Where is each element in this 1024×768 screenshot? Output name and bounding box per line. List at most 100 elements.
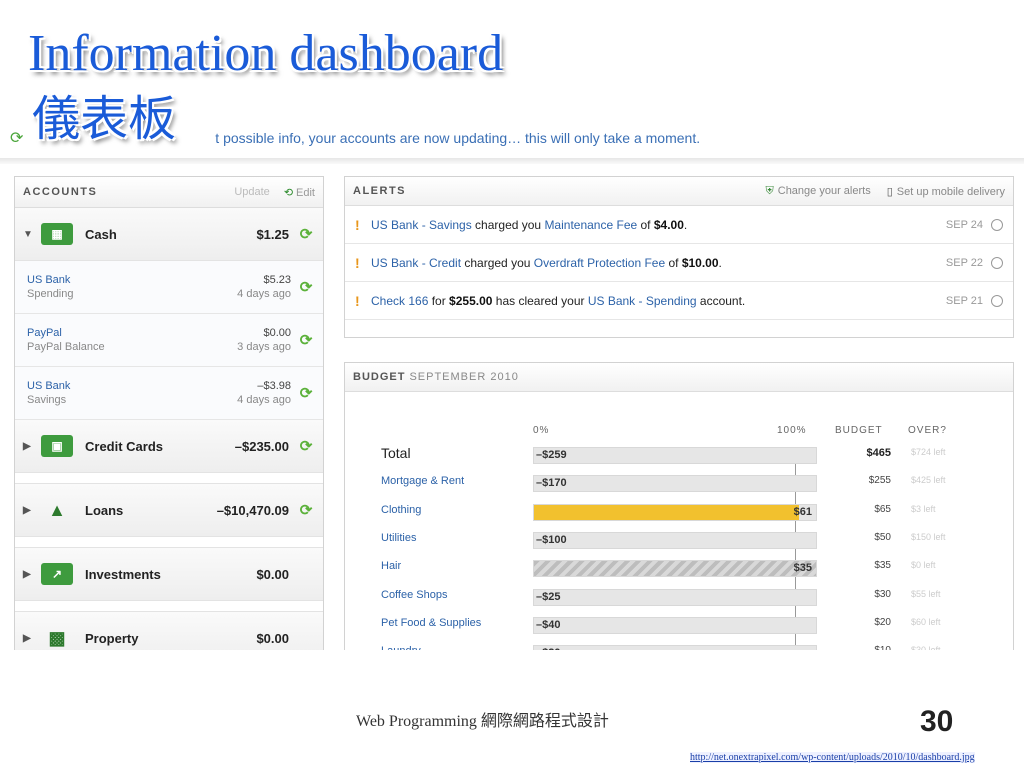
source-link[interactable]: http://net.onextrapixel.com/wp-content/u…	[690, 752, 975, 763]
alert-account-link[interactable]: US Bank - Credit	[371, 256, 461, 270]
category-amount: $0.00	[256, 630, 289, 646]
budget-category[interactable]: Pet Food & Supplies	[381, 617, 481, 629]
account-name[interactable]: US Bank	[27, 274, 237, 286]
category-amount: –$10,470.09	[216, 502, 289, 518]
refresh-icon[interactable]: ⟳	[297, 501, 315, 519]
budget-over: $30 left	[911, 645, 955, 650]
change-alerts-link[interactable]: ⛨ Change your alerts	[766, 185, 871, 198]
expand-right-icon[interactable]: ▶	[23, 441, 37, 452]
budget-amount: $50	[874, 531, 891, 543]
budget-row: Coffee Shops –$25 $30 $55 left	[345, 583, 1013, 611]
edit-label: Edit	[296, 186, 315, 199]
account-name[interactable]: US Bank	[27, 380, 237, 392]
alert-amount: $255.00	[449, 293, 493, 308]
alert-account-link[interactable]: Check 166	[371, 294, 428, 308]
category-amount: –$235.00	[234, 438, 289, 454]
account-updated: 3 days ago	[237, 341, 291, 353]
account-row[interactable]: PayPal PayPal Balance $0.00 3 days ago ⟳	[15, 314, 323, 367]
account-category-property[interactable]: ▶ ▩ Property $0.00	[15, 612, 323, 650]
col-full: 100%	[777, 425, 807, 436]
account-category-cash[interactable]: ▼ ▦ Cash $1.25 ⟳	[15, 208, 323, 261]
col-over: OVER?	[908, 425, 947, 436]
refresh-icon[interactable]: ⟳	[297, 278, 315, 296]
expand-right-icon[interactable]: ▶	[23, 633, 37, 644]
budget-bar: –$100	[533, 531, 817, 549]
account-category-loans[interactable]: ▶ ▲ Loans –$10,470.09 ⟳	[15, 484, 323, 537]
spacer	[15, 601, 323, 612]
car-icon: ▩	[48, 627, 66, 648]
alert-text: has cleared your	[492, 293, 588, 308]
budget-bar: –$25	[533, 588, 817, 606]
account-balance: $0.00	[263, 327, 291, 339]
alert-message: US Bank - Savings charged you Maintenanc…	[371, 218, 946, 232]
budget-row: Hair $35 $35 $0 left	[345, 554, 1013, 582]
budget-bar-label: –$100	[536, 533, 567, 546]
accounts-header: ACCOUNTS Update ⟲ Edit	[15, 177, 323, 208]
budget-amount: $465	[866, 447, 891, 459]
budget-over: $150 left	[911, 531, 946, 542]
account-subname: Spending	[27, 288, 74, 300]
account-row[interactable]: US Bank Savings –$3.98 4 days ago ⟳	[15, 367, 323, 420]
edit-icon: ⟲	[283, 186, 294, 199]
budget-row: Pet Food & Supplies –$40 $20 $60 left	[345, 611, 1013, 639]
budget-column-headers: 0% 100% BUDGET OVER?	[345, 425, 1013, 439]
dismiss-circle-icon[interactable]	[991, 294, 1003, 307]
budget-bar-label: –$170	[536, 477, 567, 490]
refresh-icon: ⟳	[10, 130, 24, 147]
budget-bar-label: –$259	[536, 449, 567, 461]
budget-header: BUDGET SEPTEMBER 2010	[345, 363, 1013, 392]
update-link[interactable]: Update	[234, 186, 269, 198]
slide-title: Information dashboard	[28, 25, 504, 82]
mobile-delivery-link[interactable]: ▯ Set up mobile delivery	[887, 185, 1005, 198]
budget-category[interactable]: Clothing	[381, 504, 421, 516]
warning-icon: !	[355, 254, 360, 271]
refresh-icon[interactable]: ⟳	[297, 225, 315, 243]
shield-icon: ⛨	[765, 184, 774, 197]
budget-category[interactable]: Utilities	[381, 532, 416, 544]
refresh-icon[interactable]: ⟳	[297, 331, 315, 349]
budget-category[interactable]: Coffee Shops	[381, 589, 447, 601]
alert-row: ! Check 166 for $255.00 has cleared your…	[345, 282, 1013, 320]
budget-category: Total	[381, 445, 411, 461]
dismiss-circle-icon[interactable]	[991, 218, 1003, 231]
alert-text: of	[665, 255, 682, 270]
refresh-icon[interactable]: ⟳	[297, 437, 315, 455]
budget-row: Laundry –$20 $10 $30 left	[345, 639, 1013, 650]
alert-account-link[interactable]: US Bank - Spending	[588, 294, 697, 308]
divider	[0, 158, 1024, 164]
category-name: Property	[85, 630, 139, 646]
dismiss-circle-icon[interactable]	[991, 256, 1003, 269]
budget-category[interactable]: Mortgage & Rent	[381, 475, 464, 487]
budget-over: $425 left	[911, 475, 946, 486]
account-category-investments[interactable]: ▶ ↗ Investments $0.00	[15, 548, 323, 601]
budget-bar-fill	[534, 561, 816, 577]
budget-over: $60 left	[911, 616, 941, 627]
edit-link[interactable]: ⟲ Edit	[284, 186, 315, 199]
alert-message: Check 166 for $255.00 has cleared your U…	[371, 294, 946, 308]
budget-bar-fill	[534, 504, 800, 520]
expand-right-icon[interactable]: ▶	[23, 505, 37, 516]
alert-account-link[interactable]: US Bank - Savings	[371, 218, 472, 232]
col-budget: BUDGET	[835, 425, 883, 436]
account-name[interactable]: PayPal	[27, 327, 237, 339]
account-row[interactable]: US Bank Spending $5.23 4 days ago ⟳	[15, 261, 323, 314]
budget-over: $55 left	[911, 588, 941, 599]
expand-right-icon[interactable]: ▶	[23, 569, 37, 580]
budget-category[interactable]: Hair	[381, 560, 401, 572]
category-name: Credit Cards	[85, 438, 164, 454]
budget-category[interactable]: Laundry	[381, 645, 421, 650]
expand-down-icon[interactable]: ▼	[23, 229, 37, 240]
account-category-credit-cards[interactable]: ▶ ▣ Credit Cards –$235.00 ⟳	[15, 420, 323, 473]
budget-period: SEPTEMBER 2010	[409, 371, 519, 383]
refresh-icon[interactable]: ⟳	[297, 384, 315, 402]
page-number: 30	[920, 705, 954, 738]
alert-text: of	[637, 217, 654, 232]
category-amount: $1.25	[256, 226, 289, 242]
mobile-delivery-label: Set up mobile delivery	[896, 185, 1005, 198]
graduation-cap-icon: ▲	[48, 499, 66, 520]
account-balance: –$3.98	[257, 380, 291, 392]
alert-fee-link[interactable]: Overdraft Protection Fee	[534, 256, 665, 270]
budget-amount: $30	[874, 588, 891, 600]
alert-fee-link[interactable]: Maintenance Fee	[544, 218, 637, 232]
accounts-title: ACCOUNTS	[23, 186, 98, 198]
